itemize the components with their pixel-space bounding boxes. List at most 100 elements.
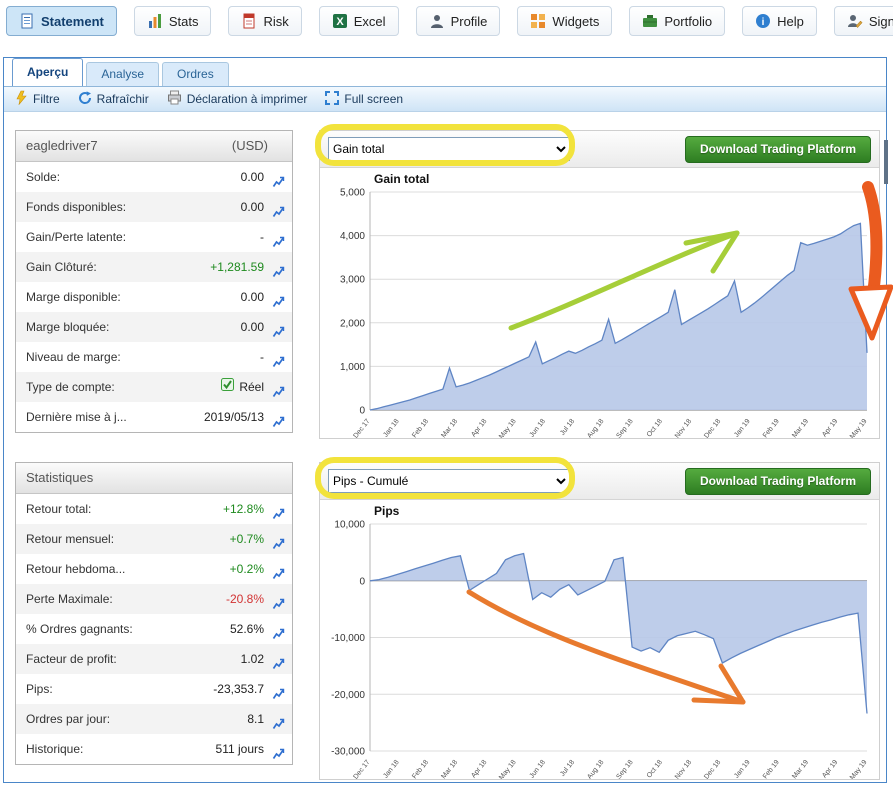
tab-bar: Aperçu Analyse Ordres (4, 58, 886, 86)
chart-link-icon[interactable] (272, 200, 285, 213)
svg-text:Gain total: Gain total (374, 172, 429, 186)
row-value: +12.8% (223, 494, 264, 524)
svg-text:-30,000: -30,000 (331, 747, 365, 758)
row-label: Pips: (26, 682, 53, 696)
svg-text:Jan 18: Jan 18 (382, 759, 401, 779)
chart-link-icon[interactable] (272, 320, 285, 333)
svg-text:Feb 19: Feb 19 (762, 418, 781, 438)
svg-text:0: 0 (359, 406, 365, 417)
svg-text:Mar 18: Mar 18 (440, 759, 459, 779)
toolbar-risk-button[interactable]: Risk (228, 6, 301, 36)
toolbar-portfolio-button[interactable]: Portfolio (629, 6, 725, 36)
svg-text:Sep 18: Sep 18 (616, 418, 635, 438)
svg-text:2,000: 2,000 (340, 318, 365, 329)
svg-text:Nov 18: Nov 18 (674, 418, 693, 438)
chart-link-icon[interactable] (272, 350, 285, 363)
excel-icon: X (332, 13, 348, 29)
chart-link-icon[interactable] (272, 502, 285, 515)
scrollbar-thumb[interactable] (884, 140, 888, 184)
table-row: Gain/Perte latente: - (16, 222, 292, 252)
table-row: Retour hebdoma... +0.2% (16, 554, 292, 584)
chart-link-icon[interactable] (272, 230, 285, 243)
filter-button[interactable]: Filtre (14, 90, 60, 108)
account-currency: (USD) (232, 131, 282, 161)
filter-icon (14, 90, 28, 108)
tab-analyse[interactable]: Analyse (86, 62, 159, 86)
row-label: Retour hebdoma... (26, 562, 125, 576)
table-row: Pips: -23,353.7 (16, 674, 292, 704)
svg-text:0: 0 (359, 576, 365, 587)
account-panel-header: eagledriver7 (USD) (16, 131, 292, 162)
svg-text:May 18: May 18 (498, 759, 518, 779)
row-value: 0.00 (241, 312, 264, 342)
toolbar-stats-label: Stats (169, 14, 199, 29)
chart-link-icon[interactable] (272, 652, 285, 665)
svg-text:Mar 19: Mar 19 (791, 418, 810, 438)
svg-text:Jun 18: Jun 18 (529, 418, 548, 438)
row-value: 1.02 (241, 644, 264, 674)
svg-text:i: i (762, 17, 765, 28)
chart-link-icon[interactable] (272, 260, 285, 273)
svg-text:Feb 18: Feb 18 (411, 418, 430, 438)
content-area: eagledriver7 (USD) Solde: 0.00 Fonds dis… (4, 113, 886, 782)
chart-link-icon[interactable] (272, 742, 285, 755)
toolbar-widgets-button[interactable]: Widgets (517, 6, 612, 36)
row-label: Facteur de profit: (26, 652, 117, 666)
svg-text:Dec 18: Dec 18 (703, 418, 722, 438)
statement-icon (19, 13, 35, 29)
row-label: Fonds disponibles: (26, 200, 126, 214)
tab-ordres[interactable]: Ordres (162, 62, 229, 86)
svg-text:Jul 18: Jul 18 (559, 418, 576, 437)
top-toolbar: Statement Stats Risk X Excel Profile Wid… (6, 5, 887, 37)
chart-link-icon[interactable] (272, 622, 285, 635)
tab-apercu[interactable]: Aperçu (12, 58, 83, 86)
table-row: Retour total: +12.8% (16, 494, 292, 524)
stats-icon (147, 13, 163, 29)
svg-text:5,000: 5,000 (340, 188, 365, 199)
row-value: 0.00 (241, 282, 264, 312)
chart-link-icon[interactable] (272, 290, 285, 303)
trading-statement-page: Statement Stats Risk X Excel Profile Wid… (0, 0, 893, 793)
row-value: +0.7% (230, 524, 264, 554)
toolbar-statement-button[interactable]: Statement (6, 6, 117, 36)
svg-text:Apr 19: Apr 19 (821, 759, 839, 779)
gain-chart-panel: Gain total Download Trading Platform 01,… (319, 130, 880, 439)
fullscreen-button[interactable]: Full screen (325, 91, 403, 108)
toolbar-profile-button[interactable]: Profile (416, 6, 501, 36)
chart-link-icon[interactable] (272, 380, 285, 393)
chart-link-icon[interactable] (272, 592, 285, 605)
chart-link-icon[interactable] (272, 682, 285, 695)
gain-chart-type-select[interactable]: Gain total (328, 137, 570, 161)
toolbar-help-label: Help (777, 14, 804, 29)
row-value: 0.00 (241, 192, 264, 222)
svg-text:May 19: May 19 (849, 418, 869, 438)
svg-text:Jul 18: Jul 18 (559, 759, 576, 778)
print-statement-button[interactable]: Déclaration à imprimer (167, 90, 308, 108)
chart-link-icon[interactable] (272, 170, 285, 183)
refresh-button[interactable]: Rafraîchir (78, 91, 149, 108)
pips-chart-type-select[interactable]: Pips - Cumulé (328, 469, 570, 493)
chart-link-icon[interactable] (272, 712, 285, 725)
sub-toolbar: Filtre Rafraîchir Déclaration à imprimer… (4, 86, 886, 112)
table-row: Gain Clôturé: +1,281.59 (16, 252, 292, 282)
row-label: Gain/Perte latente: (26, 230, 126, 244)
chart-link-icon[interactable] (272, 562, 285, 575)
table-row: Ordres par jour: 8.1 (16, 704, 292, 734)
svg-text:Apr 19: Apr 19 (821, 418, 839, 438)
download-platform-button[interactable]: Download Trading Platform (685, 136, 871, 163)
toolbar-stats-button[interactable]: Stats (134, 6, 212, 36)
svg-text:Aug 18: Aug 18 (586, 759, 605, 779)
table-row: Facteur de profit: 1.02 (16, 644, 292, 674)
profile-icon (429, 13, 445, 29)
svg-text:-20,000: -20,000 (331, 690, 365, 701)
chart-link-icon[interactable] (272, 410, 285, 423)
toolbar-excel-button[interactable]: X Excel (319, 6, 399, 36)
download-platform-button[interactable]: Download Trading Platform (685, 468, 871, 495)
row-label: Ordres par jour: (26, 712, 110, 726)
statistics-rows: Retour total: +12.8% Retour mensuel: +0.… (16, 494, 292, 764)
svg-text:10,000: 10,000 (334, 520, 365, 531)
toolbar-help-button[interactable]: i Help (742, 6, 817, 36)
table-row: Type de compte: Réel (16, 372, 292, 402)
chart-link-icon[interactable] (272, 532, 285, 545)
signup-button[interactable]: Sign up (834, 6, 893, 36)
